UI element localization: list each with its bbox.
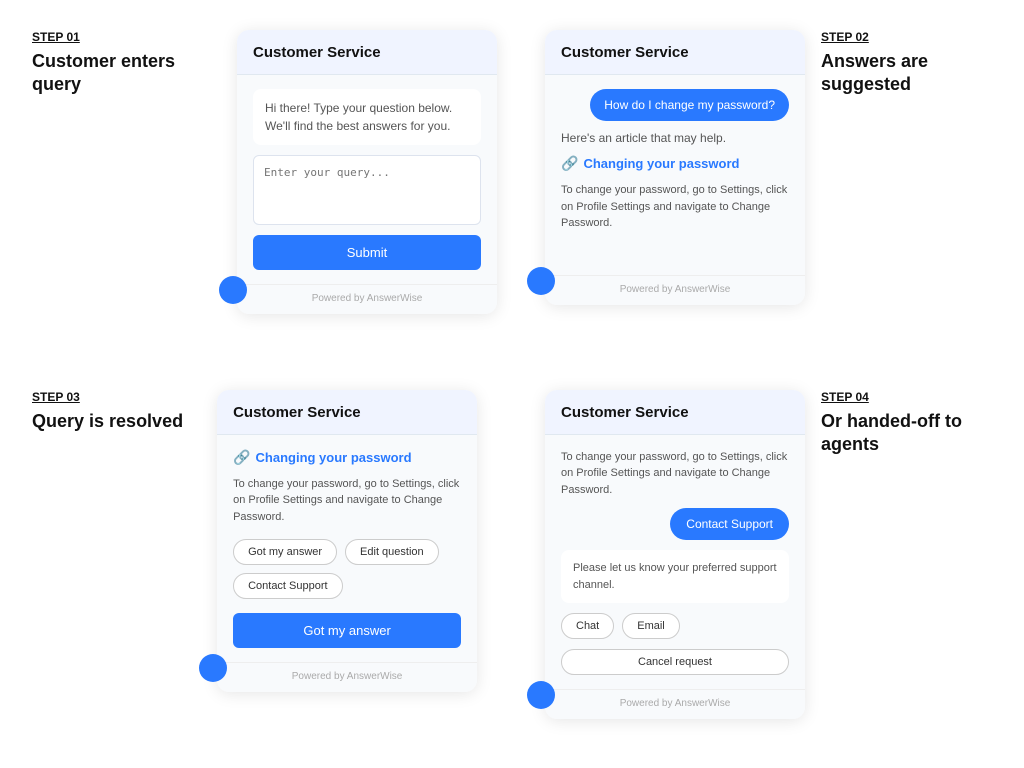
step-01-footer: Powered by AnswerWise — [237, 284, 497, 314]
query-input[interactable] — [253, 155, 481, 225]
step-04-channel-buttons: Chat Email — [561, 613, 789, 639]
step-02-widget: Customer Service How do I change my pass… — [545, 30, 805, 305]
step-02-body: How do I change my password? Here's an a… — [545, 75, 805, 275]
step-04-desc: Or handed-off to agents — [821, 410, 992, 457]
step-02-indicator — [527, 267, 555, 295]
step-02-header: Customer Service — [545, 30, 805, 75]
step-02-num: STEP 02 — [821, 30, 869, 44]
step-03-title: Customer Service — [233, 404, 361, 421]
step-02-query-bubble: How do I change my password? — [590, 89, 789, 121]
step-03-indicator — [199, 654, 227, 682]
step-03-article-desc: To change your password, go to Settings,… — [233, 476, 461, 526]
step-03-widget: Customer Service 🔗 Changing your passwor… — [217, 390, 477, 693]
step-02-widget-wrapper: Customer Service How do I change my pass… — [527, 30, 805, 305]
step-01-header: Customer Service — [237, 30, 497, 75]
step-02-desc: Answers are suggested — [821, 50, 992, 97]
step-04-footer: Powered by AnswerWise — [545, 689, 805, 719]
step-04-widget-wrapper: Customer Service To change your password… — [527, 390, 805, 720]
contact-support-button[interactable]: Contact Support — [670, 508, 789, 540]
step-04-header: Customer Service — [545, 390, 805, 435]
step-04-title: Customer Service — [561, 404, 689, 421]
step-04-indicator — [527, 681, 555, 709]
step-04-body: To change your password, go to Settings,… — [545, 435, 805, 690]
step-03-cell: STEP 03 Query is resolved Customer Servi… — [32, 390, 497, 720]
got-my-answer-primary-button[interactable]: Got my answer — [233, 613, 461, 648]
got-my-answer-button[interactable]: Got my answer — [233, 539, 337, 565]
step-03-article-link-text: Changing your password — [256, 450, 412, 465]
step-02-cell: STEP 02 Answers are suggested Customer S… — [527, 30, 992, 360]
step-04-label-area: STEP 04 Or handed-off to agents — [821, 390, 992, 457]
step-01-cell: STEP 01 Customer enters query Customer S… — [32, 30, 497, 360]
step-03-desc: Query is resolved — [32, 410, 183, 433]
step-01-widget: Customer Service Hi there! Type your que… — [237, 30, 497, 314]
step-01-body: Hi there! Type your question below. We'l… — [237, 75, 497, 284]
step-01-label-area: STEP 01 Customer enters query — [32, 30, 203, 97]
step-03-num: STEP 03 — [32, 390, 183, 404]
step-03-footer: Powered by AnswerWise — [217, 662, 477, 692]
step-03-action-buttons: Got my answer Edit question Contact Supp… — [233, 539, 461, 599]
step-03-widget-wrapper: Customer Service 🔗 Changing your passwor… — [199, 390, 477, 693]
step-04-article-desc: To change your password, go to Settings,… — [561, 449, 789, 499]
contact-support-outline-button[interactable]: Contact Support — [233, 573, 343, 599]
step-04-support-msg: Please let us know your preferred suppor… — [561, 550, 789, 603]
submit-button[interactable]: Submit — [253, 235, 481, 270]
link-icon-2: 🔗 — [233, 449, 250, 466]
cancel-request-button[interactable]: Cancel request — [561, 649, 789, 675]
step-02-article-desc: To change your password, go to Settings,… — [561, 182, 789, 232]
step-01-title: Customer Service — [253, 44, 381, 61]
step-04-num: STEP 04 — [821, 390, 869, 404]
step-04-widget: Customer Service To change your password… — [545, 390, 805, 720]
step-03-label-area: STEP 03 Query is resolved — [32, 390, 183, 433]
link-icon: 🔗 — [561, 155, 578, 172]
step-01-intro: Hi there! Type your question below. We'l… — [253, 89, 481, 145]
step-01-indicator — [219, 276, 247, 304]
main-grid: STEP 01 Customer enters query Customer S… — [32, 30, 992, 719]
step-04-cell: STEP 04 Or handed-off to agents Customer… — [527, 390, 992, 720]
step-01-num: STEP 01 — [32, 30, 203, 44]
step-01-desc: Customer enters query — [32, 50, 203, 97]
edit-question-button[interactable]: Edit question — [345, 539, 439, 565]
step-02-article-link[interactable]: 🔗 Changing your password — [561, 155, 789, 172]
step-01-widget-wrapper: Customer Service Hi there! Type your que… — [219, 30, 497, 314]
step-02-article-link-text: Changing your password — [583, 156, 739, 171]
step-03-header: Customer Service — [217, 390, 477, 435]
step-02-suggest-text: Here's an article that may help. — [561, 131, 789, 145]
chat-button[interactable]: Chat — [561, 613, 614, 639]
step-02-footer: Powered by AnswerWise — [545, 275, 805, 305]
step-02-title: Customer Service — [561, 44, 689, 61]
step-03-article-link[interactable]: 🔗 Changing your password — [233, 449, 461, 466]
step-03-body: 🔗 Changing your password To change your … — [217, 435, 477, 663]
step-02-label-area: STEP 02 Answers are suggested — [821, 30, 992, 97]
email-button[interactable]: Email — [622, 613, 680, 639]
